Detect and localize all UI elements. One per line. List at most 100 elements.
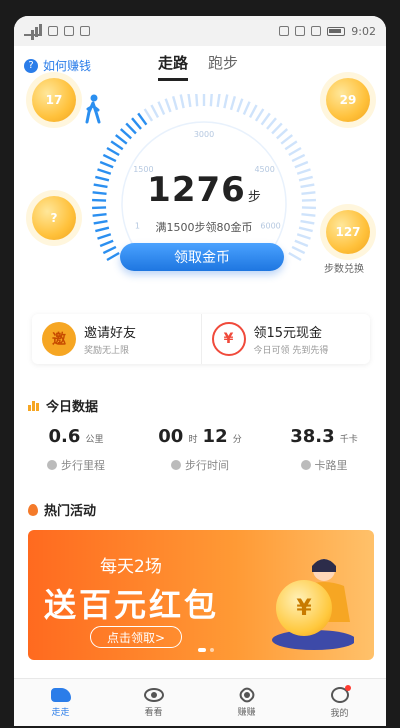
- coin-bubble[interactable]: 29: [326, 78, 370, 122]
- dial-tick: [301, 213, 316, 217]
- coin-bubble-exchange[interactable]: 127: [326, 210, 370, 254]
- banner-cta-button[interactable]: 点击领取>: [90, 626, 182, 648]
- question-icon: ?: [24, 58, 38, 73]
- dial-tick: [223, 94, 229, 109]
- dial-tick: [236, 98, 244, 113]
- alarm-icon: [295, 26, 306, 36]
- red-packet-banner[interactable]: 每天2场 送百元红包 点击领取> ¥: [28, 530, 374, 660]
- clock-icon: [171, 460, 181, 470]
- today-data-heading: 今日数据: [28, 396, 98, 415]
- dial-tick: [209, 94, 213, 107]
- stat-unit: 公里: [85, 435, 104, 445]
- claim-coins-button[interactable]: 领取金币: [120, 243, 284, 271]
- step-count-unit: 步: [247, 190, 261, 205]
- badge-dot: [344, 684, 351, 691]
- how-to-earn-link[interactable]: ? 如何赚钱: [24, 57, 91, 74]
- tab-label: 走走: [51, 707, 70, 718]
- dial-tick: [242, 101, 251, 115]
- yuan-coin-icon: ¥: [276, 580, 332, 636]
- dial-tick: [248, 104, 258, 119]
- step-goal-text: 满1500步领80金币: [155, 221, 253, 234]
- how-to-earn-label: 如何赚钱: [43, 59, 92, 73]
- status-bar: 9:02: [14, 16, 386, 46]
- step-dial: 1500 3000 4500 6000 1 1276 步 满1500步领80金币: [84, 94, 324, 264]
- bottom-tab-bar: 走走 看看 赚赚 我的: [14, 678, 386, 726]
- today-stats: 0.6 公里 步行里程 00 时 12 分 步行时间 38.3 千卡 卡路里: [14, 426, 386, 473]
- coin-bubble[interactable]: ?: [32, 196, 76, 240]
- stat-value: 12: [202, 426, 228, 447]
- status-time: 9:02: [351, 24, 376, 38]
- stat-label: 步行时间: [185, 459, 229, 472]
- tab-earn[interactable]: 赚赚: [200, 679, 293, 726]
- battery-icon: [327, 26, 346, 36]
- dial-tick: [291, 153, 306, 163]
- tab-walk-home[interactable]: 走走: [14, 679, 107, 726]
- fire-icon: [28, 503, 38, 516]
- stat-value: 38.3: [290, 426, 335, 447]
- coin-bubble[interactable]: 17: [32, 78, 76, 122]
- hot-activities-title: 热门活动: [44, 504, 97, 519]
- banner-subtitle: 每天2场: [100, 557, 162, 577]
- invite-friends-card[interactable]: 邀 邀请好友 奖励无上限: [32, 314, 201, 364]
- dial-tick: [288, 146, 302, 157]
- tab-label: 看看: [144, 707, 163, 718]
- dial-tick: [99, 239, 114, 248]
- signal-icon: [24, 24, 42, 36]
- location-icon: [47, 460, 57, 470]
- tab-run[interactable]: 跑步: [208, 52, 238, 81]
- dial-tick: [254, 108, 265, 122]
- dial-tick: [216, 94, 221, 108]
- hot-activities-heading: 热门活动: [28, 500, 96, 519]
- cash-reward-card[interactable]: ¥ 领15元现金 今日可领 先到先得: [200, 314, 371, 364]
- app-screen: 9:02 ? 如何赚钱 走路 跑步 17 29 ? 127 步数兑换 1500 3…: [14, 16, 386, 726]
- dial-tick: [291, 245, 306, 255]
- dial-tick: [187, 94, 192, 108]
- dial-tick: [119, 128, 132, 140]
- dial-tick: [102, 153, 117, 163]
- profile-icon: [330, 684, 351, 703]
- stat-distance: 0.6 公里 步行里程: [14, 426, 138, 473]
- dial-tick: [137, 112, 148, 126]
- dial-tick: [195, 94, 199, 107]
- dial-tick: [171, 96, 179, 111]
- dial-tick: [271, 122, 283, 135]
- eye-icon: [143, 687, 164, 702]
- stat-label: 步行里程: [61, 459, 105, 472]
- dial-tick: [260, 112, 271, 126]
- dial-tick: [294, 160, 309, 169]
- dial-tick: [229, 96, 237, 111]
- stat-value: 0.6: [48, 426, 81, 447]
- dial-tick: [92, 213, 107, 217]
- tab-me[interactable]: 我的: [293, 679, 386, 726]
- stat-calories: 38.3 千卡 卡路里: [262, 426, 386, 473]
- card-subtitle: 今日可领 先到先得: [253, 346, 329, 356]
- wifi-icon: [311, 26, 322, 36]
- tab-walk[interactable]: 走路: [158, 52, 189, 81]
- stat-unit: 时: [188, 435, 198, 445]
- dial-tick: [276, 128, 289, 140]
- card-subtitle: 奖励无上限: [84, 346, 130, 356]
- shoe-icon: [50, 687, 71, 702]
- app-notification-icon: [64, 26, 74, 36]
- dial-tick: [284, 140, 298, 151]
- dial-tick: [280, 134, 293, 145]
- dial-tick: [125, 122, 137, 135]
- dial-tick: [106, 146, 120, 157]
- dial-tick: [164, 98, 172, 113]
- dial-tick: [179, 94, 185, 109]
- nfc-icon: [279, 26, 290, 36]
- dial-tick: [115, 134, 128, 145]
- mode-tabs: 走路 跑步: [158, 52, 238, 81]
- red-envelope-icon: ¥: [211, 322, 246, 356]
- notification-icon: [48, 26, 58, 36]
- step-count-value: 1276: [147, 170, 246, 210]
- message-icon: [80, 26, 90, 36]
- tab-watch[interactable]: 看看: [107, 679, 200, 726]
- tab-label: 赚赚: [237, 707, 256, 718]
- promo-cards: 邀 邀请好友 奖励无上限 ¥ 领15元现金 今日可领 先到先得: [32, 314, 370, 364]
- bar-chart-icon: [28, 400, 40, 411]
- dial-tick: [266, 117, 277, 130]
- flame-icon: [300, 460, 311, 470]
- diamond-icon: [236, 684, 257, 705]
- card-title: 邀请好友: [84, 326, 137, 341]
